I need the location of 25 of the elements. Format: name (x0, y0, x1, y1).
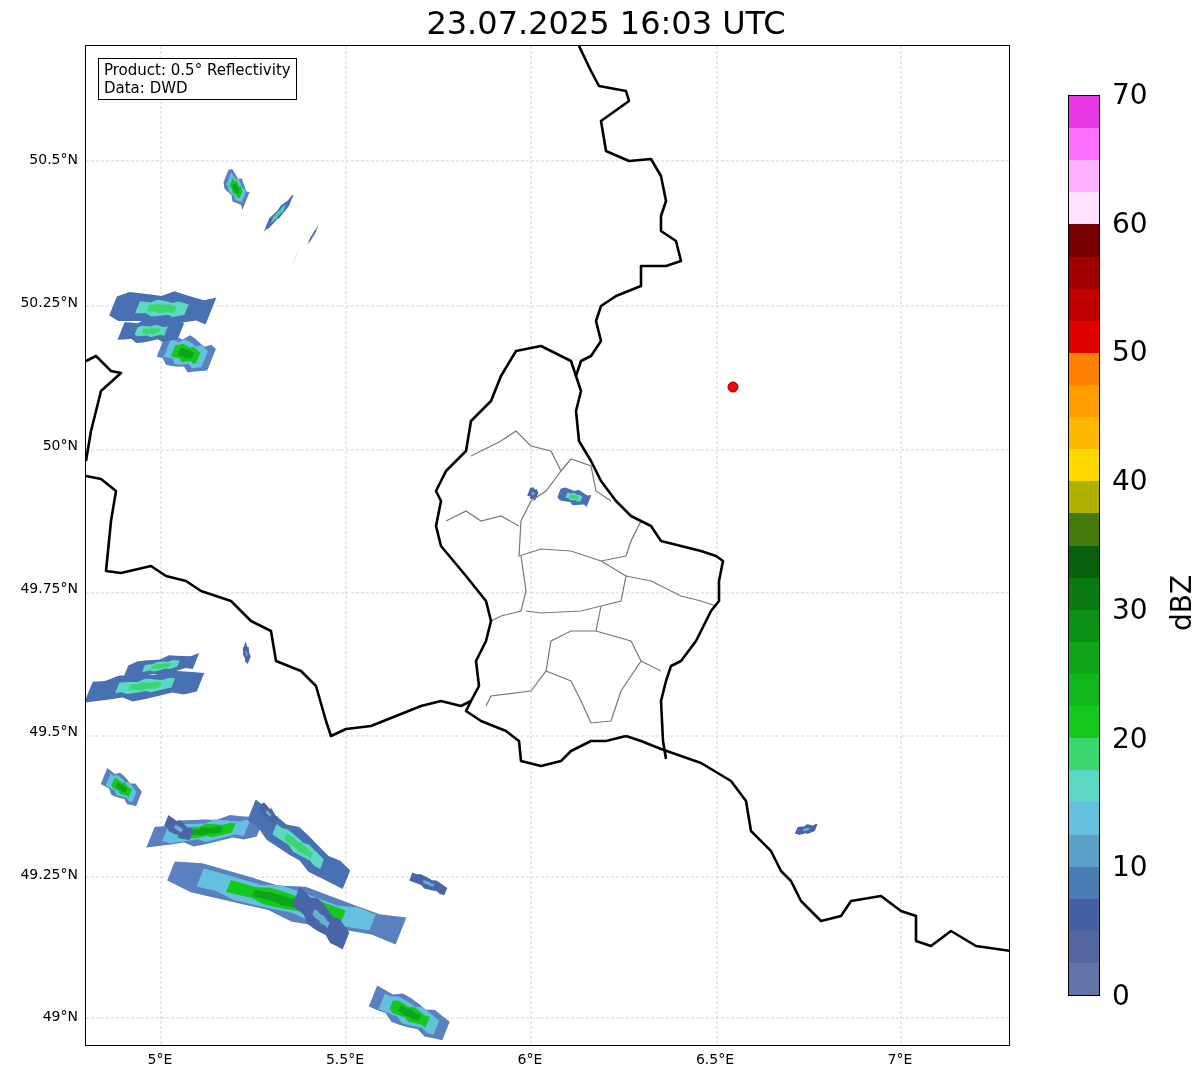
latitude-label: 50°N (42, 437, 78, 452)
colorbar-tick-label: 50 (1112, 338, 1148, 367)
latitude-label: 49°N (42, 1009, 78, 1024)
longitude-label: 6.5°E (695, 1052, 735, 1066)
location-marker (727, 381, 739, 393)
colorbar-tick-label: 60 (1112, 209, 1148, 238)
colorbar-label: dBZ (1168, 575, 1196, 631)
latitude-label: 50.5°N (29, 152, 78, 166)
latitude-label: 49.75°N (20, 580, 78, 595)
chart-title: 23.07.2025 16:03 UTC (426, 6, 786, 39)
latitude-label: 49.5°N (29, 723, 78, 738)
info-text: Data: DWD (104, 79, 189, 97)
longitude-label: 7°E (887, 1052, 913, 1066)
longitude-label: 5°E (147, 1052, 173, 1066)
latitude-label: 50.25°N (20, 294, 78, 309)
longitude-label: 6°E (517, 1052, 543, 1066)
colorbar-tick-label: 70 (1112, 81, 1148, 109)
info-text: Product: 0.5° Reflectivity (104, 61, 291, 79)
colorbar-tick-label: 30 (1112, 595, 1148, 624)
colorbar-tick-label: 40 (1112, 467, 1148, 496)
colorbar-tick-label: 0 (1112, 982, 1130, 1010)
latitude-label: 49.25°N (20, 866, 78, 881)
longitude-label: 5.5°E (325, 1052, 365, 1066)
colorbar-tick-label: 10 (1112, 853, 1148, 882)
colorbar-tick-label: 20 (1112, 724, 1148, 753)
